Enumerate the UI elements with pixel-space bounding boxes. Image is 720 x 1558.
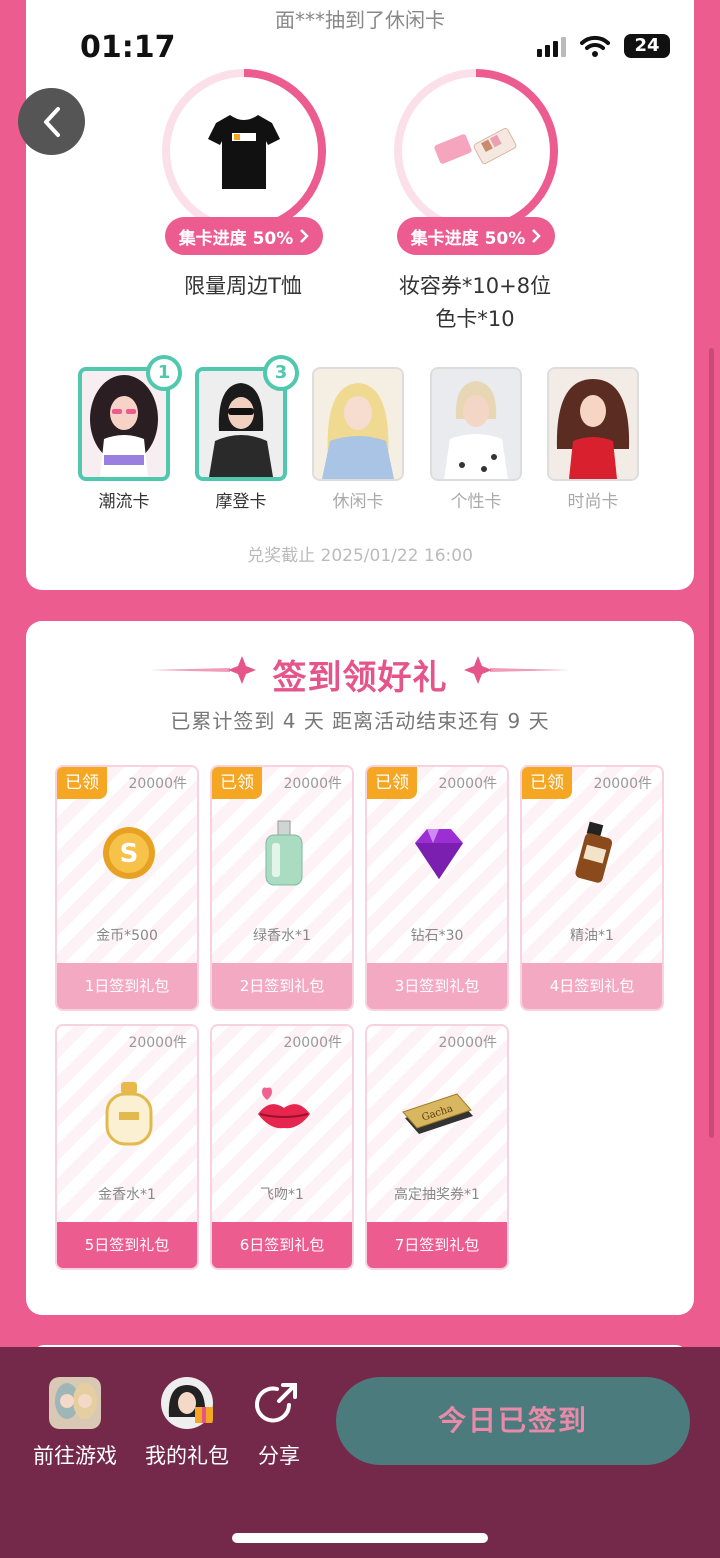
gift-day-4[interactable]: 已领 20000件 精油*1 4日签到礼包 bbox=[520, 765, 664, 1011]
prize-makeup-label-line2: 色卡*10 bbox=[435, 307, 515, 331]
gift-day-label: 7日签到礼包 bbox=[367, 1222, 507, 1268]
card-image bbox=[312, 367, 404, 481]
prize-makeup-label-line1: 妆容券*10+8位 bbox=[398, 274, 552, 298]
gift-day-7[interactable]: 20000件 Gacha 高定抽奖券*1 7日签到礼包 bbox=[365, 1024, 509, 1270]
gift-day-label: 1日签到礼包 bbox=[57, 963, 197, 1009]
share-label: 分享 bbox=[258, 1444, 300, 1468]
status-icons: 24 bbox=[537, 34, 670, 58]
gift-stock: 20000件 bbox=[128, 776, 187, 792]
gift-name: 精油*1 bbox=[570, 928, 614, 944]
progress-text: 集卡进度 50% bbox=[178, 228, 294, 249]
card-count-badge: 1 bbox=[146, 355, 182, 391]
back-button[interactable] bbox=[18, 88, 85, 155]
gift-stock: 20000件 bbox=[283, 776, 342, 792]
card-name: 潮流卡 bbox=[98, 492, 150, 512]
battery-icon: 24 bbox=[624, 34, 670, 58]
green-perfume-icon bbox=[265, 820, 303, 886]
scrollbar[interactable] bbox=[709, 348, 714, 1138]
card-image bbox=[430, 367, 522, 481]
card-count-badge: 3 bbox=[263, 355, 299, 391]
claimed-badge: 已领 bbox=[367, 767, 417, 799]
gacha-ticket-icon: Gacha bbox=[402, 1093, 473, 1134]
coin-icon: S bbox=[103, 827, 155, 879]
gift-stock: 20000件 bbox=[593, 776, 652, 792]
gift-day-label: 6日签到礼包 bbox=[212, 1222, 352, 1268]
claimed-badge: 已领 bbox=[522, 767, 572, 799]
chevron-right-icon bbox=[300, 229, 310, 243]
gold-perfume-icon bbox=[105, 1082, 153, 1146]
gift-name: 高定抽奖券*1 bbox=[394, 1187, 480, 1203]
gift-day-1[interactable]: 已领 20000件 S 金币*500 1日签到礼包 bbox=[55, 765, 199, 1011]
signin-subtitle: 已累计签到 4 天 距离活动结束还有 9 天 bbox=[170, 709, 550, 733]
gift-name: 绿香水*1 bbox=[253, 928, 311, 944]
card-shishang[interactable]: 时尚卡 bbox=[547, 367, 639, 512]
prize-makeup-label: 妆容券*10+8位 色卡*10 bbox=[370, 270, 580, 336]
redeem-deadline: 兑奖截止 2025/01/22 16:00 bbox=[247, 546, 473, 566]
home-indicator bbox=[232, 1533, 488, 1543]
card-gexing[interactable]: 个性卡 bbox=[430, 367, 522, 512]
status-time: 01:17 bbox=[80, 30, 176, 65]
prize-tshirt-ring[interactable] bbox=[160, 67, 328, 235]
gift-day-5[interactable]: 20000件 金香水*1 5日签到礼包 bbox=[55, 1024, 199, 1270]
signed-today-button[interactable]: 今日已签到 bbox=[336, 1377, 690, 1465]
claimed-badge: 已领 bbox=[212, 767, 262, 799]
my-gifts-label: 我的礼包 bbox=[145, 1444, 229, 1468]
gift-day-2[interactable]: 已领 20000件 绿香水*1 2日签到礼包 bbox=[210, 765, 354, 1011]
gift-day-label: 5日签到礼包 bbox=[57, 1222, 197, 1268]
card-image bbox=[547, 367, 639, 481]
gift-name: 飞吻*1 bbox=[260, 1187, 304, 1203]
girl-portrait-icon bbox=[432, 369, 520, 479]
makeup-voucher-icon bbox=[434, 127, 517, 165]
card-name: 时尚卡 bbox=[567, 492, 619, 512]
card-chaoliu[interactable]: 1 潮流卡 bbox=[78, 355, 182, 512]
chevron-right-icon bbox=[532, 229, 542, 243]
gift-day-6[interactable]: 20000件 飞吻*1 6日签到礼包 bbox=[210, 1024, 354, 1270]
gift-day-3[interactable]: 已领 20000件 钻石*30 3日签到礼包 bbox=[365, 765, 509, 1011]
card-name: 休闲卡 bbox=[332, 492, 384, 512]
my-gifts-icon bbox=[161, 1377, 213, 1429]
share-icon bbox=[255, 1383, 297, 1423]
card-modeng[interactable]: 3 摩登卡 bbox=[195, 355, 299, 512]
my-gifts-button[interactable]: 我的礼包 bbox=[140, 1377, 234, 1470]
gift-stock: 20000件 bbox=[438, 1035, 497, 1051]
diamond-icon bbox=[415, 829, 463, 879]
gift-stock: 20000件 bbox=[128, 1035, 187, 1051]
gift-name: 金币*500 bbox=[96, 928, 158, 944]
claimed-badge: 已领 bbox=[57, 767, 107, 799]
gift-day-label: 4日签到礼包 bbox=[522, 963, 662, 1009]
prize-makeup-ring[interactable] bbox=[392, 67, 560, 235]
svg-text:S: S bbox=[120, 839, 139, 869]
card-name: 个性卡 bbox=[450, 492, 502, 512]
goto-game-label: 前往游戏 bbox=[33, 1444, 117, 1468]
gift-day-label: 2日签到礼包 bbox=[212, 963, 352, 1009]
goto-game-button[interactable]: 前往游戏 bbox=[26, 1377, 124, 1470]
girl-portrait-icon bbox=[549, 369, 637, 479]
gift-day-label: 3日签到礼包 bbox=[367, 963, 507, 1009]
prize-tshirt-label: 限量周边T恤 bbox=[184, 274, 302, 298]
card-name: 摩登卡 bbox=[215, 492, 267, 512]
prize-makeup-progress[interactable]: 集卡进度 50% bbox=[397, 217, 555, 255]
tshirt-icon bbox=[208, 115, 280, 189]
cellular-signal-icon bbox=[537, 35, 566, 57]
card-xiuxian[interactable]: 休闲卡 bbox=[312, 367, 404, 512]
girl-portrait-icon bbox=[314, 369, 402, 479]
gift-stock: 20000件 bbox=[283, 1035, 342, 1051]
prize-tshirt-progress[interactable]: 集卡进度 50% bbox=[165, 217, 323, 255]
share-button[interactable]: 分享 bbox=[250, 1377, 308, 1470]
gift-name: 金香水*1 bbox=[98, 1187, 156, 1203]
kiss-icon bbox=[258, 1087, 310, 1129]
progress-text: 集卡进度 50% bbox=[410, 228, 526, 249]
chevron-left-icon bbox=[43, 106, 60, 137]
gift-name: 钻石*30 bbox=[410, 928, 464, 944]
wifi-icon bbox=[580, 35, 610, 57]
gift-stock: 20000件 bbox=[438, 776, 497, 792]
signin-title: 签到领好礼 bbox=[272, 658, 448, 698]
game-icon bbox=[49, 1377, 101, 1429]
essential-oil-icon bbox=[575, 821, 613, 883]
winner-ticker: 面***抽到了休闲卡 bbox=[275, 8, 445, 32]
